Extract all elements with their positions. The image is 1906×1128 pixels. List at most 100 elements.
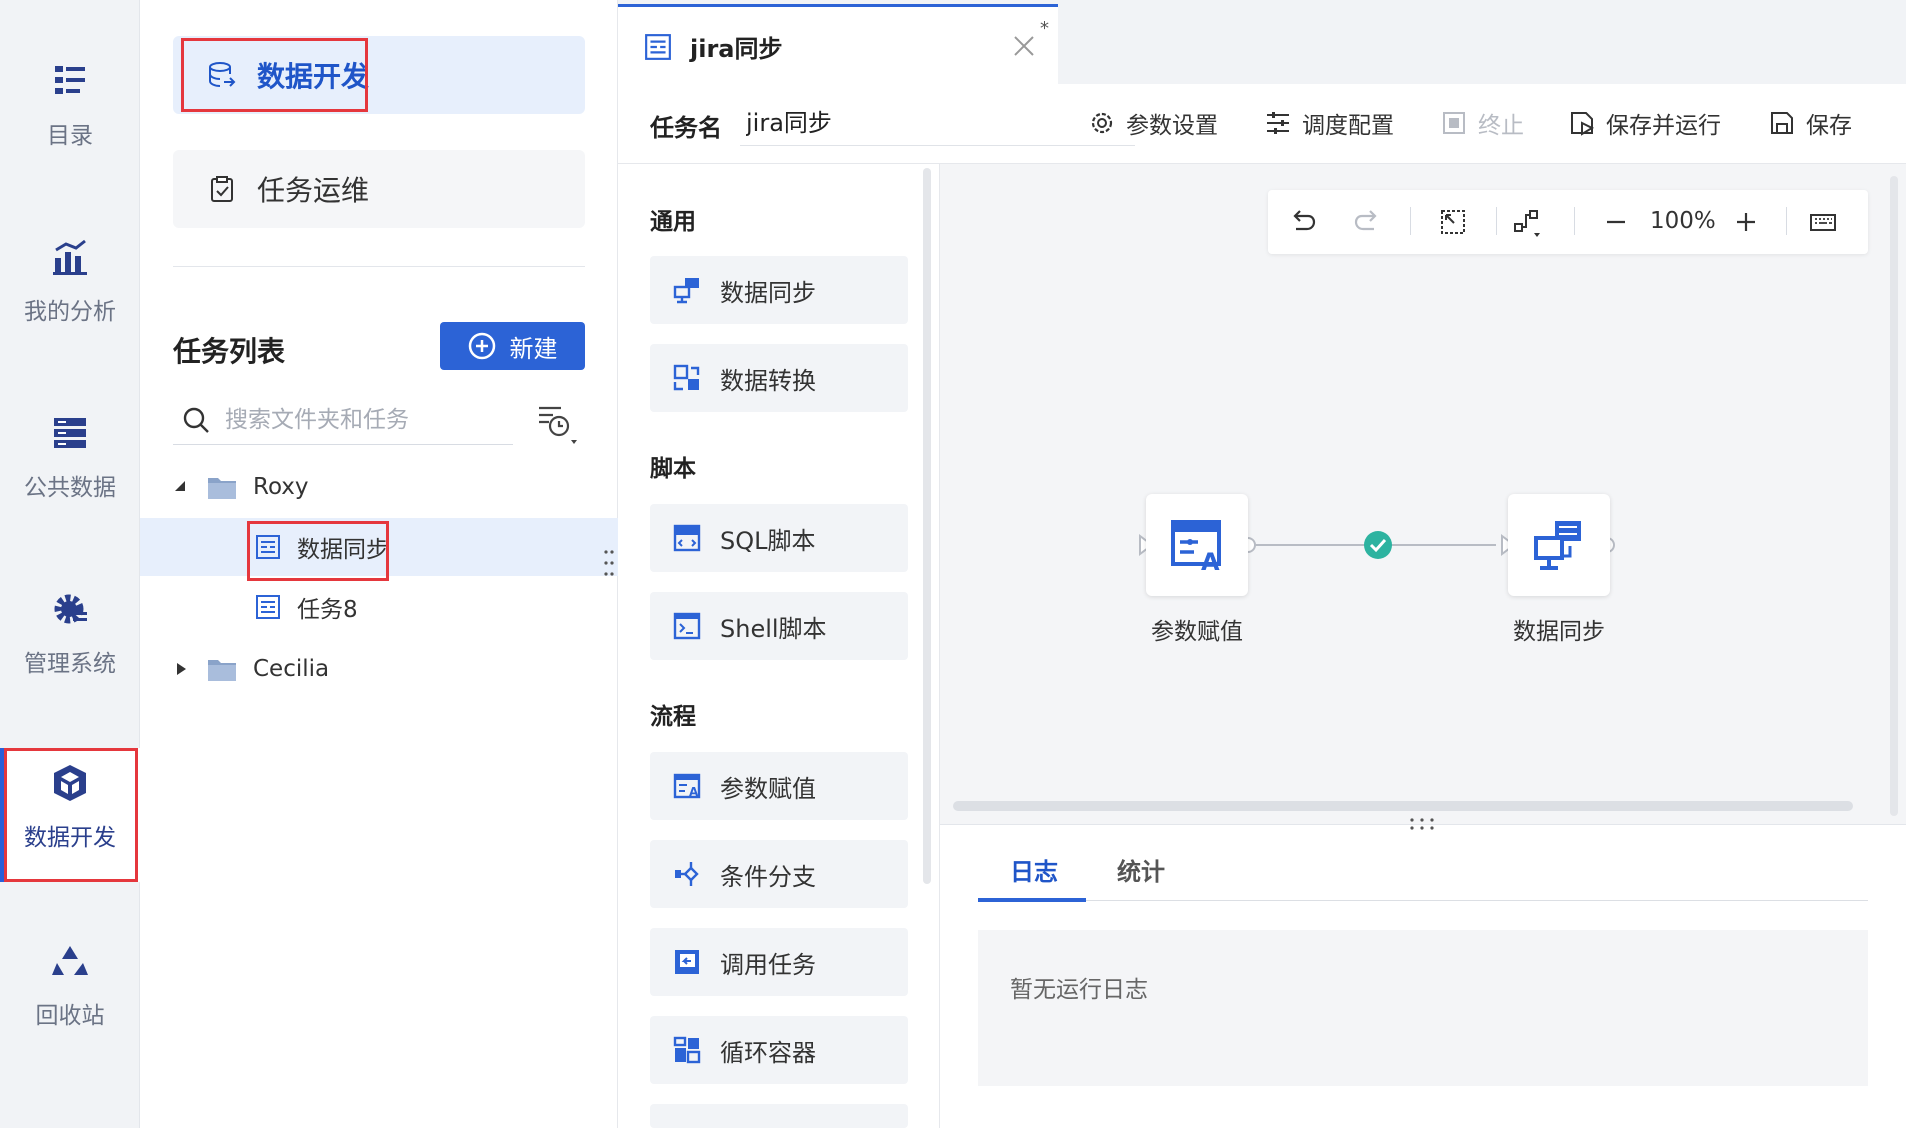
recycle-icon (52, 946, 88, 975)
palette-item-label: 调用任务 (720, 950, 816, 979)
close-icon[interactable] (1010, 32, 1038, 60)
canvas-scrollbar-horizontal[interactable] (953, 801, 1853, 811)
palette-section-general: 通用 (650, 209, 696, 235)
zoom-in-icon[interactable] (1731, 207, 1761, 237)
tree-label: Cecilia (253, 656, 330, 682)
rail-label: 回收站 (35, 1003, 105, 1029)
task-panel: 数据开发 任务运维 任务列表 新建 Roxy (140, 0, 618, 1128)
taskname-label: 任务名 (650, 114, 722, 142)
tab-log[interactable]: 日志 (1010, 852, 1058, 887)
nav-rail: 目录 我的分析 公共数据 管理系统 数据开发 回收站 (0, 0, 140, 1128)
rail-item-recycle[interactable]: 回收站 (0, 940, 140, 1030)
keyboard-icon[interactable] (1808, 207, 1838, 237)
save-label: 保存 (1806, 113, 1852, 139)
tasklist-title: 任务列表 (173, 335, 286, 368)
data-transform-icon (673, 364, 700, 391)
redo-icon[interactable] (1352, 207, 1382, 237)
palette-item-condition-branch[interactable]: 条件分支 (650, 840, 908, 908)
undo-icon[interactable] (1288, 207, 1318, 237)
tab-stats[interactable]: 统计 (1117, 852, 1165, 887)
rail-item-admin[interactable]: 管理系统 (0, 588, 140, 678)
palette-item-label: 数据转换 (720, 366, 816, 395)
taskname-input[interactable] (740, 96, 1135, 146)
palette-item-label: 条件分支 (720, 862, 816, 891)
palette-item-data-transform[interactable]: 数据转换 (650, 344, 908, 412)
new-task-label: 新建 (509, 334, 558, 363)
schedule-config-button[interactable]: 调度配置 (1264, 106, 1394, 140)
filter-history-icon[interactable] (535, 402, 579, 446)
palette-item-label: 循环容器 (720, 1038, 816, 1067)
stop-icon (1443, 112, 1465, 134)
palette-item-shell-script[interactable]: Shell脚本 (650, 592, 908, 660)
caret-down-icon[interactable] (173, 479, 189, 495)
rail-label: 管理系统 (24, 651, 116, 677)
gear-icon (1091, 112, 1113, 134)
save-button[interactable]: 保存 (1768, 106, 1852, 140)
task-ops-button[interactable]: 任务运维 (173, 150, 585, 228)
layout-icon[interactable] (1512, 207, 1542, 237)
param-assign-icon: A (673, 773, 701, 799)
highlight-box-data-dev (181, 38, 368, 112)
catalog-icon (55, 66, 85, 94)
loop-container-icon (673, 1036, 701, 1064)
plus-circle-icon (468, 332, 495, 360)
tab-divider (978, 900, 1868, 901)
search-icon (183, 407, 209, 433)
save-run-icon (1571, 112, 1595, 136)
toolbar-separator (1496, 207, 1497, 235)
stop-button[interactable]: 终止 (1440, 106, 1524, 140)
palette-item-sql-script[interactable]: SQL脚本 (650, 504, 908, 572)
palette-item-call-task[interactable]: 调用任务 (650, 928, 908, 996)
zoom-level: 100% (1650, 208, 1716, 234)
resize-handle-icon[interactable] (604, 548, 614, 578)
tree-task-8[interactable]: 任务8 (140, 578, 618, 636)
sql-icon (673, 524, 701, 552)
toolbar-separator (1574, 207, 1575, 235)
svg-text:A: A (689, 785, 699, 799)
rail-item-catalog[interactable]: 目录 (0, 60, 140, 150)
tree-label: 任务8 (297, 597, 358, 623)
svg-text:A: A (1201, 548, 1220, 574)
flow-canvas[interactable] (940, 164, 1906, 824)
params-settings-button[interactable]: 参数设置 (1088, 106, 1218, 140)
palette-item-loop-container[interactable]: 循环容器 (650, 1016, 908, 1084)
active-tab-indicator (978, 898, 1086, 902)
params-settings-label: 参数设置 (1126, 113, 1218, 139)
tree-label: Roxy (253, 474, 309, 500)
flow-node-data-sync[interactable] (1508, 494, 1610, 596)
palette-scrollbar[interactable] (923, 168, 931, 884)
folder-icon (208, 478, 236, 499)
toolbar-separator (1786, 207, 1787, 235)
tab-jira-sync[interactable]: jira同步 (618, 4, 1058, 86)
palette-section-script: 脚本 (650, 456, 696, 482)
flow-node-param-assign[interactable]: A (1146, 494, 1248, 596)
tree-folder-roxy[interactable]: Roxy (140, 458, 618, 516)
palette-item-label: 数据同步 (720, 278, 816, 307)
save-run-button[interactable]: 保存并运行 (1568, 106, 1721, 140)
palette-item-param-assign[interactable]: A 参数赋值 (650, 752, 908, 820)
log-content (978, 930, 1868, 1086)
fit-view-icon[interactable] (1438, 207, 1468, 237)
gear-icon (54, 594, 87, 624)
new-task-button[interactable]: 新建 (440, 322, 585, 370)
task-file-icon (256, 595, 280, 619)
flow-node-label: 参数赋值 (1151, 619, 1243, 645)
rail-item-public-data[interactable]: 公共数据 (0, 412, 140, 502)
tree-folder-cecilia[interactable]: Cecilia (140, 640, 618, 698)
tab-modified-mark: * (1040, 18, 1049, 39)
public-data-icon (54, 418, 86, 448)
palette-section-flow: 流程 (650, 704, 696, 730)
palette-item-data-sync[interactable]: 数据同步 (650, 256, 908, 324)
flow-node-label: 数据同步 (1513, 619, 1605, 645)
resize-handle-icon[interactable] (1408, 816, 1436, 832)
clipboard-check-icon (211, 176, 233, 202)
canvas-scrollbar-vertical[interactable] (1890, 176, 1898, 816)
zoom-out-icon[interactable] (1601, 207, 1631, 237)
palette-item-partial[interactable] (650, 1104, 908, 1128)
toolbar-separator (1410, 207, 1411, 235)
tab-title: jira同步 (690, 35, 783, 63)
search-input[interactable] (225, 406, 505, 433)
rail-item-analysis[interactable]: 我的分析 (0, 236, 140, 326)
caret-right-icon[interactable] (173, 661, 189, 677)
task-file-icon (645, 33, 671, 60)
